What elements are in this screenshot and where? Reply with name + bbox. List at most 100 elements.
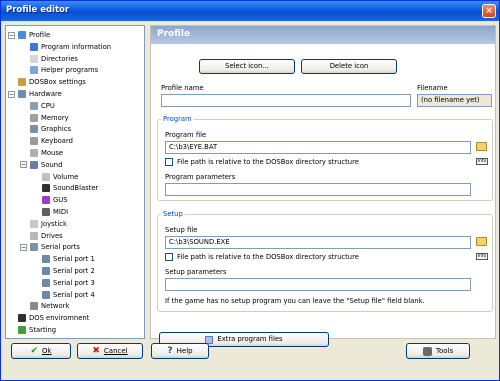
mouse-icon bbox=[30, 149, 38, 157]
program-params-label: Program parameters bbox=[165, 173, 236, 181]
tree-item-label: Volume bbox=[53, 172, 79, 181]
browse-setup-folder-icon[interactable] bbox=[476, 237, 487, 246]
hardware-icon bbox=[18, 90, 26, 98]
serial-port-icon bbox=[42, 267, 50, 275]
profile-panel: Profile Select icon... Delete icon Profi… bbox=[150, 25, 496, 347]
tools-button[interactable]: Tools bbox=[406, 343, 470, 359]
serial-ports-icon bbox=[30, 243, 38, 252]
soundblaster-icon bbox=[42, 184, 50, 193]
tree-item[interactable]: Volume bbox=[42, 172, 78, 182]
settings-tree[interactable]: Profile − Program information Directories He… bbox=[5, 25, 145, 339]
tree-item[interactable]: SoundBlaster bbox=[42, 183, 98, 193]
tree-item[interactable]: Joystick bbox=[30, 219, 67, 229]
program-file-label: Program file bbox=[165, 131, 207, 139]
setup-file-label: Setup file bbox=[165, 226, 198, 234]
joystick-icon bbox=[30, 219, 38, 228]
tree-item[interactable]: Network bbox=[30, 301, 69, 311]
tree-expander-icon[interactable]: − bbox=[8, 90, 15, 98]
tree-item-label: Keyboard bbox=[41, 137, 73, 146]
tree-item-label: Network bbox=[41, 302, 70, 311]
select-icon-button[interactable]: Select icon... bbox=[199, 59, 295, 74]
tree-item[interactable]: Helper programs bbox=[30, 65, 98, 75]
close-button[interactable]: × bbox=[482, 4, 496, 18]
filename-label: Filename bbox=[417, 84, 448, 92]
tree-expander-icon[interactable]: − bbox=[8, 31, 15, 39]
serial-port-icon bbox=[42, 290, 50, 299]
program-info-button[interactable]: Info bbox=[476, 158, 488, 165]
dos-environment-icon bbox=[18, 314, 26, 323]
gus-icon bbox=[42, 196, 50, 205]
drives-icon bbox=[30, 231, 38, 240]
tree-item[interactable]: Profile bbox=[18, 30, 50, 40]
help-label: Help bbox=[176, 347, 193, 355]
tree-item[interactable]: Directories bbox=[30, 54, 78, 64]
tree-item[interactable]: Program information bbox=[30, 42, 111, 52]
cancel-button[interactable]: ✖ Cancel bbox=[77, 343, 143, 359]
help-button[interactable]: ? Help bbox=[151, 343, 209, 359]
tree-item[interactable]: Serial port 4 bbox=[42, 290, 95, 300]
tree-item-label: Profile bbox=[29, 31, 51, 39]
tree-item[interactable]: Memory bbox=[30, 113, 69, 123]
delete-icon-button[interactable]: Delete icon bbox=[301, 59, 397, 74]
tree-item-label: Sound bbox=[41, 160, 63, 169]
serial-port-icon bbox=[42, 278, 50, 287]
program-file-input[interactable]: C:\b3\EYE.BAT bbox=[165, 141, 471, 154]
tree-item-label: Drives bbox=[41, 231, 63, 240]
tree-item[interactable]: Serial ports bbox=[30, 242, 80, 252]
profile-editor-window: Profile editor × Profile − Program informa… bbox=[0, 0, 500, 381]
tree-item[interactable]: Serial port 2 bbox=[42, 266, 95, 276]
ok-label: Ok bbox=[41, 347, 52, 355]
tree-item[interactable]: MIDI bbox=[42, 207, 68, 217]
tree-item-label: Memory bbox=[41, 113, 69, 122]
tree-item-label: DOS enviromnent bbox=[29, 314, 90, 323]
tree-item[interactable]: DOS enviromnent bbox=[18, 313, 89, 323]
tree-item[interactable]: Hardware bbox=[18, 89, 62, 99]
tree-item-label: Serial port 4 bbox=[53, 290, 95, 299]
tree-item-label: GUS bbox=[53, 196, 68, 205]
tree-item-label: Mouse bbox=[41, 149, 64, 157]
tree-item[interactable]: Serial port 3 bbox=[42, 278, 95, 288]
tree-expander-icon[interactable]: − bbox=[20, 161, 27, 169]
panel-title: Profile bbox=[157, 29, 191, 39]
tree-item-label: Serial port 3 bbox=[53, 278, 95, 287]
profile-name-label: Profile name bbox=[161, 84, 204, 92]
browse-program-folder-icon[interactable] bbox=[476, 142, 487, 151]
tree-expander-icon[interactable]: − bbox=[20, 243, 27, 251]
tree-item-label: DOSBox settings bbox=[29, 78, 86, 87]
tools-label: Tools bbox=[435, 347, 454, 355]
extra-program-files-label: Extra program files bbox=[217, 335, 283, 343]
tree-item[interactable]: Drives bbox=[30, 231, 63, 241]
tree-item-label: MIDI bbox=[53, 208, 69, 216]
tree-item[interactable]: Keyboard bbox=[30, 136, 73, 146]
keyboard-icon bbox=[30, 137, 38, 146]
setup-params-label: Setup parameters bbox=[165, 268, 227, 276]
profile-name-input[interactable] bbox=[161, 94, 411, 107]
tree-item[interactable]: Serial port 1 bbox=[42, 254, 95, 264]
tree-item-label: Graphics bbox=[41, 125, 72, 134]
tree-item[interactable]: CPU bbox=[30, 101, 55, 111]
tree-item[interactable]: GUS bbox=[42, 195, 68, 205]
program-relative-checkbox[interactable] bbox=[165, 158, 173, 166]
tree-item[interactable]: Mouse bbox=[30, 148, 63, 158]
program-group-title: Program bbox=[161, 115, 194, 123]
setup-relative-label: File path is relative to the DOSBox dire… bbox=[177, 253, 359, 261]
program-params-input[interactable] bbox=[165, 183, 471, 196]
setup-info-button[interactable]: Info bbox=[476, 253, 488, 260]
setup-file-input[interactable]: C:\b3\SOUND.EXE bbox=[165, 236, 471, 249]
midi-icon bbox=[42, 208, 50, 216]
folder-icon bbox=[30, 54, 38, 63]
tree-item-label: Serial port 1 bbox=[53, 255, 95, 264]
tree-item[interactable]: Sound bbox=[30, 160, 62, 170]
network-icon bbox=[30, 302, 38, 311]
ok-button[interactable]: ✔ Ok bbox=[11, 343, 71, 359]
cancel-label: Cancel bbox=[103, 347, 128, 355]
filename-field: (no filename yet) bbox=[417, 94, 492, 107]
setup-params-input[interactable] bbox=[165, 278, 471, 291]
tree-item[interactable]: Starting bbox=[18, 325, 56, 335]
tree-item[interactable]: DOSBox settings bbox=[18, 77, 86, 87]
tree-item-label: Directories bbox=[41, 54, 78, 63]
title-bar[interactable]: Profile editor × bbox=[1, 1, 499, 21]
tree-item[interactable]: Graphics bbox=[30, 124, 71, 134]
window-title: Profile editor bbox=[6, 5, 70, 15]
setup-relative-checkbox[interactable] bbox=[165, 253, 173, 261]
